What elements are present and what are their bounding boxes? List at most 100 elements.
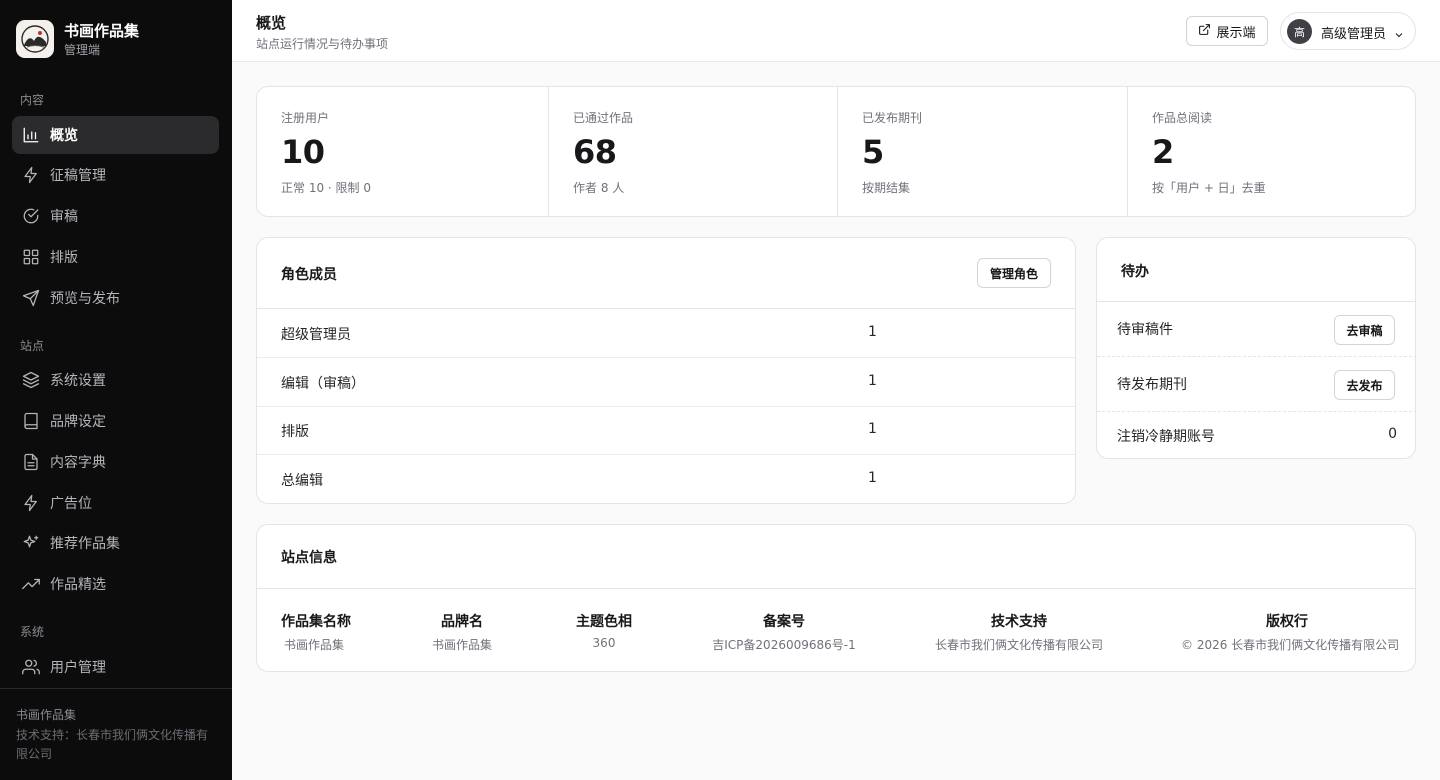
nav-item-review[interactable]: 审稿 [12, 197, 219, 235]
nav-item-layout[interactable]: 排版 [12, 238, 219, 276]
info-key: 主题色相 [576, 614, 632, 630]
external-link-icon [1198, 23, 1216, 40]
send-icon [22, 289, 40, 307]
info-field-icp: 备案号 吉ICP备2026009686号-1 [711, 611, 857, 653]
info-field-tech-support: 技术支持 长春市我们俩文化传播有限公司 [933, 611, 1105, 653]
todo-label: 待发布期刊 [1117, 377, 1187, 393]
nav-item-featured[interactable]: 作品精选 [12, 565, 219, 603]
user-menu[interactable]: 高 高级管理员 [1280, 12, 1416, 50]
nav-label: 用户管理 [50, 660, 106, 676]
nav-label: 概览 [50, 128, 78, 144]
manage-roles-button[interactable]: 管理角色 [977, 258, 1051, 288]
todo-card: 待办 待审稿件 去审稿 待发布期刊 去发布 注销冷静期账号 0 [1096, 237, 1416, 459]
stat-label: 注册用户 [281, 111, 330, 125]
role-name: 编辑（审稿） [281, 376, 365, 392]
roles-card-header: 角色成员 管理角色 [257, 238, 1075, 309]
info-field-copyright: 版权行 © 2026 长春市我们俩文化传播有限公司 [1181, 611, 1400, 653]
frontend-button-label: 展示端 [1216, 25, 1256, 41]
nav-section-site: 站点 [20, 339, 45, 353]
info-value: 书画作品集 [431, 638, 492, 652]
info-key: 作品集名称 [281, 614, 351, 630]
info-key: 品牌名 [441, 614, 483, 630]
nav-label: 品牌设定 [50, 414, 106, 430]
nav-item-brand[interactable]: 品牌设定 [12, 402, 219, 440]
nav-label: 广告位 [50, 496, 92, 512]
top-header: 概览 站点运行情况与待办事项 展示端 高 高级管理员 [232, 0, 1440, 62]
nav-label: 排版 [50, 250, 78, 266]
lightning-icon [22, 494, 40, 512]
info-value: 长春市我们俩文化传播有限公司 [934, 638, 1103, 652]
todo-card-title: 待办 [1121, 264, 1149, 280]
info-field-brand-name: 品牌名 书画作品集 [429, 611, 495, 653]
go-review-button[interactable]: 去审稿 [1334, 315, 1395, 345]
nav-item-dictionary[interactable]: 内容字典 [12, 443, 219, 481]
nav-label: 推荐作品集 [50, 536, 120, 552]
role-name: 排版 [281, 424, 309, 440]
sidebar: 书画作品集 管理端 内容 概览 征稿管理 审稿 排版 预览与发布 站点 系统设置… [0, 0, 232, 780]
stat-registered-users: 注册用户 10 正常 10 · 限制 0 [257, 87, 548, 216]
info-value: 书画作品集 [283, 638, 344, 652]
todo-item-pending-review: 待审稿件 去审稿 [1097, 302, 1415, 357]
brand-subtitle: 管理端 [64, 43, 101, 57]
stat-label: 已通过作品 [573, 111, 634, 125]
trending-up-icon [22, 575, 40, 593]
stat-note: 按期结集 [862, 181, 911, 195]
nav-item-system-settings[interactable]: 系统设置 [12, 361, 219, 399]
file-text-icon [22, 453, 40, 471]
role-count: 1 [868, 421, 877, 437]
role-count: 1 [868, 324, 877, 340]
info-key: 技术支持 [991, 614, 1047, 630]
users-icon [22, 658, 40, 676]
page-subtitle: 站点运行情况与待办事项 [256, 37, 389, 51]
nav-label: 系统设置 [50, 373, 106, 389]
role-name: 超级管理员 [281, 327, 351, 343]
stat-note: 按「用户 + 日」去重 [1152, 181, 1266, 195]
user-role-name: 高级管理员 [1321, 27, 1387, 42]
table-row: 超级管理员 1 [257, 309, 1075, 358]
todo-item-deactivation-cooldown: 注销冷静期账号 0 [1097, 412, 1415, 458]
brand-title: 书画作品集 [64, 22, 140, 40]
todo-item-pending-publish: 待发布期刊 去发布 [1097, 357, 1415, 412]
info-value: © 2026 长春市我们俩文化传播有限公司 [1181, 638, 1400, 652]
nav-label: 征稿管理 [50, 168, 106, 184]
info-value: 360 [592, 636, 616, 650]
todo-label: 注销冷静期账号 [1117, 429, 1215, 445]
stat-value: 10 [281, 133, 325, 171]
go-publish-button[interactable]: 去发布 [1334, 370, 1395, 400]
stat-label: 作品总阅读 [1152, 111, 1213, 125]
table-row: 排版 1 [257, 406, 1075, 455]
roles-card-title: 角色成员 [281, 267, 337, 283]
info-key: 备案号 [763, 614, 805, 630]
nav-section-content: 内容 [20, 93, 45, 107]
nav-item-ad-slots[interactable]: 广告位 [12, 484, 219, 522]
site-info-title: 站点信息 [281, 550, 337, 566]
brand[interactable]: 书画作品集 管理端 [16, 20, 226, 58]
page-title: 概览 [256, 14, 287, 32]
bar-chart-icon [22, 126, 40, 144]
stat-total-reads: 作品总阅读 2 按「用户 + 日」去重 [1127, 87, 1415, 216]
info-value: 吉ICP备2026009686号-1 [712, 638, 856, 652]
brand-logo [16, 20, 54, 58]
nav-item-recommended[interactable]: 推荐作品集 [12, 524, 219, 562]
sidebar-footer-support: 技术支持：长春市我们俩文化传播有限公司 [16, 728, 209, 761]
nav-item-users[interactable]: 用户管理 [12, 648, 219, 686]
nav-item-submissions[interactable]: 征稿管理 [12, 156, 219, 194]
table-row: 总编辑 1 [257, 455, 1075, 503]
info-key: 版权行 [1266, 614, 1308, 630]
nav-item-preview-publish[interactable]: 预览与发布 [12, 279, 219, 317]
stat-label: 已发布期刊 [862, 111, 923, 125]
nav-label: 内容字典 [50, 455, 106, 471]
todo-count: 0 [1388, 426, 1397, 442]
role-name: 总编辑 [281, 473, 323, 489]
info-field-theme-hue: 主题色相 360 [571, 611, 637, 650]
todo-label: 待审稿件 [1117, 322, 1173, 338]
sidebar-footer-name: 书画作品集 [16, 708, 77, 722]
table-row: 编辑（审稿） 1 [257, 358, 1075, 407]
stats-panel: 注册用户 10 正常 10 · 限制 0 已通过作品 68 作者 8 人 已发布… [256, 86, 1416, 217]
role-count: 1 [868, 373, 877, 389]
frontend-button[interactable]: 展示端 [1186, 16, 1268, 46]
stat-note: 作者 8 人 [573, 181, 625, 195]
nav-item-overview[interactable]: 概览 [12, 116, 219, 154]
chevron-down-icon [1393, 26, 1405, 38]
sidebar-divider [0, 688, 232, 689]
